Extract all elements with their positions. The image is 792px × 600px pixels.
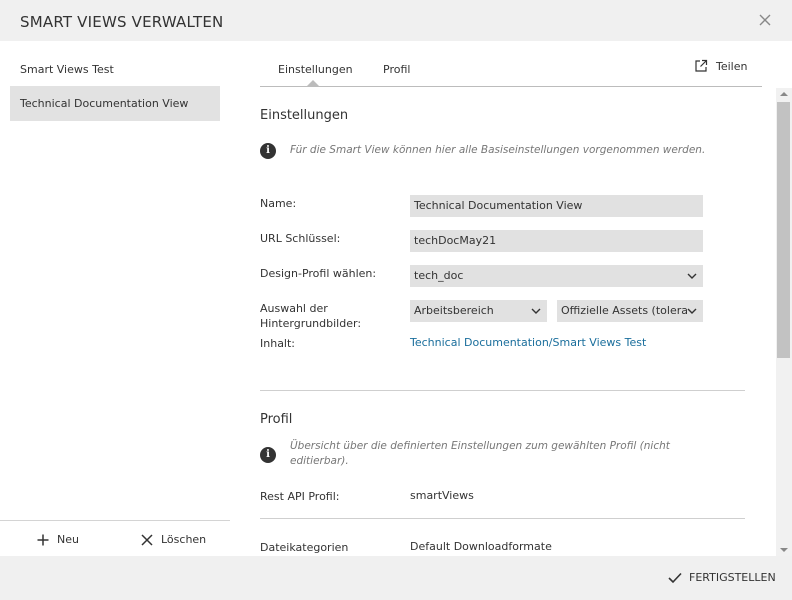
rest-api-profile-value: smartViews [410, 489, 474, 502]
plus-icon [37, 534, 49, 546]
scroll-down-arrow-icon[interactable] [780, 548, 788, 552]
background-assets-select[interactable]: Offizielle Assets (tolera [557, 300, 703, 322]
chevron-down-icon [687, 273, 697, 279]
finish-button-label: FERTIGSTELLEN [689, 571, 776, 584]
finish-button[interactable]: FERTIGSTELLEN [668, 571, 776, 584]
profile-title: Profil [260, 412, 293, 427]
close-icon [141, 534, 153, 546]
info-icon: i [260, 143, 276, 159]
content-label: Inhalt: [260, 337, 296, 350]
url-key-field-value: techDocMay21 [414, 234, 497, 247]
background-workspace-select[interactable]: Arbeitsbereich [410, 300, 547, 322]
tab-bar: Einstellungen Profil Teilen [260, 41, 762, 87]
name-field[interactable]: Technical Documentation View [410, 195, 703, 217]
sidebar-item-smart-views-test[interactable]: Smart Views Test [10, 52, 220, 87]
dialog-footer: FERTIGSTELLEN [0, 556, 792, 600]
settings-title: Einstellungen [260, 108, 349, 123]
profile-divider [260, 518, 745, 519]
smart-views-list: Smart Views Test Technical Documentation… [0, 41, 230, 556]
name-label: Name: [260, 197, 297, 210]
file-categories-value: Default Downloadformate [410, 540, 552, 553]
background-workspace-value: Arbeitsbereich [414, 304, 494, 317]
section-divider [260, 390, 745, 391]
settings-info: i Für die Smart View können hier alle Ba… [260, 143, 705, 159]
sidebar-divider [0, 520, 230, 521]
new-button-label: Neu [57, 533, 79, 546]
background-assets-value: Offizielle Assets (tolera [561, 304, 688, 317]
external-link-icon [695, 59, 708, 72]
url-key-field[interactable]: techDocMay21 [410, 230, 703, 252]
sidebar-item-technical-documentation-view[interactable]: Technical Documentation View [10, 86, 220, 121]
settings-panel: Einstellungen i Für die Smart View könne… [260, 88, 760, 556]
chevron-down-icon [687, 306, 697, 316]
background-images-label: Auswahl der Hintergrundbilder: [260, 302, 362, 330]
sidebar-item-label: Technical Documentation View [20, 97, 189, 110]
sidebar-item-label: Smart Views Test [20, 63, 114, 76]
content-scrollbar[interactable] [776, 88, 792, 556]
profile-info-text: Übersicht über die definierten Einstellu… [290, 440, 670, 467]
scroll-up-arrow-icon[interactable] [780, 92, 788, 96]
tab-settings[interactable]: Einstellungen [278, 63, 353, 76]
design-profile-value: tech_doc [414, 269, 464, 282]
delete-button[interactable]: Löschen [141, 530, 206, 550]
file-categories-label: Dateikategorien [260, 541, 349, 554]
scrollbar-thumb[interactable] [777, 102, 790, 358]
rest-api-profile-label: Rest API Profil: [260, 490, 340, 503]
dialog-header: SMART VIEWS VERWALTEN [0, 0, 792, 41]
delete-button-label: Löschen [161, 533, 207, 546]
checkmark-icon [668, 572, 682, 583]
new-button[interactable]: Neu [37, 530, 79, 550]
share-label: Teilen [716, 59, 748, 73]
profile-info: i Übersicht über die definierten Einstel… [260, 439, 680, 469]
content-link[interactable]: Technical Documentation/Smart Views Test [410, 336, 646, 349]
settings-info-text: Für die Smart View können hier alle Basi… [290, 144, 706, 156]
close-icon[interactable] [756, 11, 774, 29]
design-profile-label: Design-Profil wählen: [260, 267, 377, 280]
design-profile-select[interactable]: tech_doc [410, 265, 703, 287]
name-field-value: Technical Documentation View [414, 199, 583, 212]
chevron-down-icon [531, 308, 541, 314]
url-key-label: URL Schlüssel: [260, 232, 341, 245]
active-tab-indicator [307, 80, 319, 86]
dialog-title: SMART VIEWS VERWALTEN [20, 13, 224, 31]
tab-profile[interactable]: Profil [383, 63, 410, 76]
share-button[interactable]: Teilen [694, 59, 747, 73]
info-icon: i [260, 447, 276, 463]
